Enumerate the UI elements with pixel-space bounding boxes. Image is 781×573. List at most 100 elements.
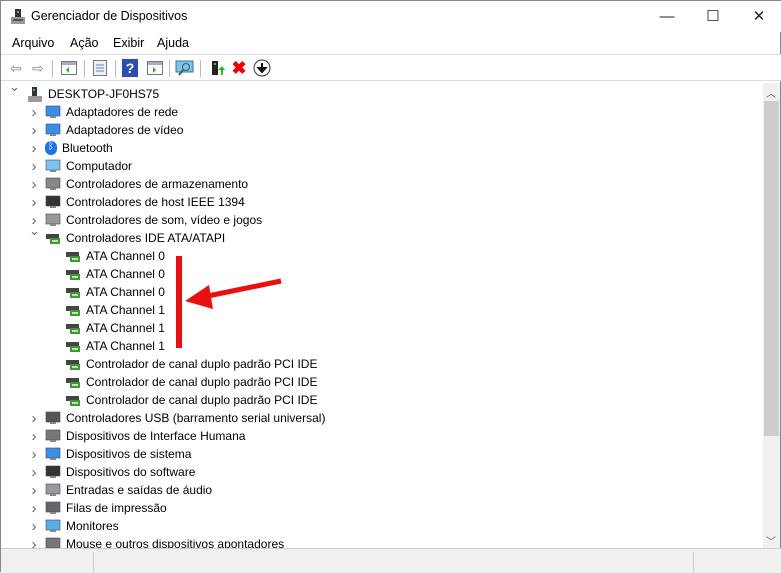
tree-category[interactable]: › Computador bbox=[32, 157, 133, 175]
chevron-right-icon[interactable]: › bbox=[29, 428, 39, 445]
chevron-right-icon[interactable]: › bbox=[29, 176, 39, 193]
tree-item-label: ATA Channel 0 bbox=[86, 285, 165, 299]
status-bar bbox=[1, 548, 781, 573]
tree-category[interactable]: › Adaptadores de vídeo bbox=[32, 121, 184, 139]
show-action-pane-icon[interactable] bbox=[145, 59, 165, 77]
tree-device[interactable]: ATA Channel 1 bbox=[65, 319, 165, 337]
chevron-down-icon[interactable]: ⌄ bbox=[29, 223, 40, 239]
storage-icon bbox=[45, 177, 61, 191]
tree-category[interactable]: › Controladores de host IEEE 1394 bbox=[32, 193, 245, 211]
chevron-right-icon[interactable]: › bbox=[29, 464, 39, 481]
ide-channel-icon bbox=[65, 357, 81, 371]
tree-item-label: Monitores bbox=[66, 519, 119, 533]
disable-icon[interactable] bbox=[252, 59, 272, 77]
tree-category[interactable]: › ᛒ Bluetooth bbox=[32, 139, 113, 157]
chevron-right-icon[interactable]: › bbox=[29, 446, 39, 463]
forward-icon[interactable]: ⇨ bbox=[28, 59, 48, 77]
tree-item-label: Controladores IDE ATA/ATAPI bbox=[66, 231, 226, 245]
tree-item-label: Controladores de host IEEE 1394 bbox=[66, 195, 245, 209]
chevron-right-icon[interactable]: › bbox=[29, 122, 39, 139]
scroll-up-icon[interactable]: ︿ bbox=[766, 85, 776, 100]
scroll-down-icon[interactable]: ﹀ bbox=[766, 533, 776, 548]
chevron-down-icon[interactable]: ⌄ bbox=[9, 83, 20, 95]
tree-item-label: Controladores USB (barramento serial uni… bbox=[66, 411, 326, 425]
audio-io-icon bbox=[45, 483, 61, 497]
device-manager-icon bbox=[11, 9, 25, 24]
tree-item-label: Adaptadores de vídeo bbox=[66, 123, 184, 137]
software-icon bbox=[45, 465, 61, 479]
chevron-right-icon[interactable]: › bbox=[29, 518, 39, 535]
scrollbar-thumb[interactable] bbox=[764, 101, 779, 436]
menu-acao[interactable]: Ação bbox=[70, 36, 99, 50]
tree-category[interactable]: › Monitores bbox=[32, 517, 119, 535]
tree-item-label: ATA Channel 0 bbox=[86, 249, 165, 263]
vertical-scrollbar[interactable]: ︿ ﹀ bbox=[763, 83, 780, 548]
chevron-right-icon[interactable]: › bbox=[29, 536, 39, 549]
tree-item-label: ATA Channel 0 bbox=[86, 267, 165, 281]
tree-category[interactable]: › Dispositivos do software bbox=[32, 463, 196, 481]
menu-arquivo[interactable]: Arquivo bbox=[12, 36, 54, 50]
tree-device[interactable]: ATA Channel 1 bbox=[65, 337, 165, 355]
tree-item-label: Dispositivos de Interface Humana bbox=[66, 429, 246, 443]
close-button[interactable]: ✕ bbox=[736, 1, 781, 32]
chevron-right-icon[interactable]: › bbox=[29, 158, 39, 175]
menu-exibir[interactable]: Exibir bbox=[113, 36, 144, 50]
tree-category[interactable]: › Dispositivos de Interface Humana bbox=[32, 427, 246, 445]
tree-category[interactable]: › Filas de impressão bbox=[32, 499, 167, 517]
ide-icon bbox=[45, 231, 61, 245]
tree-item-label: Mouse e outros dispositivos apontadores bbox=[66, 537, 285, 548]
scan-hardware-icon[interactable] bbox=[175, 59, 195, 77]
tree-category[interactable]: › Entradas e saídas de áudio bbox=[32, 481, 213, 499]
ieee1394-icon bbox=[45, 195, 61, 209]
chevron-right-icon[interactable]: › bbox=[29, 482, 39, 499]
tree-category[interactable]: › Dispositivos de sistema bbox=[32, 445, 192, 463]
ide-channel-icon bbox=[65, 339, 81, 353]
tree-item-label: Controladores de som, vídeo e jogos bbox=[66, 213, 263, 227]
tree-device[interactable]: ATA Channel 1 bbox=[65, 301, 165, 319]
uninstall-icon[interactable]: ✖ bbox=[229, 58, 249, 78]
chevron-right-icon[interactable]: › bbox=[29, 140, 39, 157]
tree-category[interactable]: › Controladores USB (barramento serial un… bbox=[32, 409, 326, 427]
tree-device[interactable]: ATA Channel 0 bbox=[65, 283, 165, 301]
minimize-button[interactable]: — bbox=[644, 1, 690, 32]
tree-device[interactable]: Controlador de canal duplo padrão PCI ID… bbox=[65, 355, 317, 373]
tree-device[interactable]: Controlador de canal duplo padrão PCI ID… bbox=[65, 373, 317, 391]
device-tree: ⌄ DESKTOP-JF0HS75 › Adaptadores de rede › Ada… bbox=[1, 83, 763, 548]
tree-category[interactable]: › Mouse e outros dispositivos apontadores bbox=[32, 535, 285, 548]
ide-channel-icon bbox=[65, 393, 81, 407]
red-arrow-annotation bbox=[176, 256, 282, 348]
back-icon[interactable]: ⇦ bbox=[6, 59, 26, 77]
tree-item-label: DESKTOP-JF0HS75 bbox=[48, 87, 160, 101]
chevron-right-icon[interactable]: › bbox=[29, 410, 39, 427]
tree-item-label: Controlador de canal duplo padrão PCI ID… bbox=[86, 357, 318, 371]
ide-channel-icon bbox=[65, 267, 81, 281]
help-icon[interactable]: ? bbox=[122, 59, 138, 77]
menu-bar: Arquivo Ação Exibir Ajuda bbox=[1, 32, 781, 54]
properties-icon[interactable] bbox=[90, 59, 110, 77]
tree-item-label: Adaptadores de rede bbox=[66, 105, 179, 119]
show-hide-console-tree-icon[interactable] bbox=[59, 59, 79, 77]
menu-ajuda[interactable]: Ajuda bbox=[157, 36, 189, 50]
tree-category[interactable]: ⌄ Controladores IDE ATA/ATAPI bbox=[29, 223, 226, 247]
tree-root[interactable]: ⌄ DESKTOP-JF0HS75 bbox=[9, 83, 160, 103]
tree-device[interactable]: Controlador de canal duplo padrão PCI ID… bbox=[65, 391, 317, 409]
update-driver-icon[interactable] bbox=[207, 59, 227, 77]
toolbar-separator bbox=[84, 60, 85, 77]
speaker-icon bbox=[45, 213, 61, 227]
ide-channel-icon bbox=[65, 249, 81, 263]
hid-icon bbox=[45, 429, 61, 443]
chevron-right-icon[interactable]: › bbox=[29, 104, 39, 121]
ide-channel-icon bbox=[65, 375, 81, 389]
chevron-right-icon[interactable]: › bbox=[29, 500, 39, 517]
chevron-right-icon[interactable]: › bbox=[29, 194, 39, 211]
tree-device[interactable]: ATA Channel 0 bbox=[65, 265, 165, 283]
tree-category[interactable]: › Adaptadores de rede bbox=[32, 103, 179, 121]
tree-device[interactable]: ATA Channel 0 bbox=[65, 247, 165, 265]
tree-category[interactable]: › Controladores de som, vídeo e jogos bbox=[32, 211, 263, 229]
tree-category[interactable]: › Controladores de armazenamento bbox=[32, 175, 249, 193]
window-title: Gerenciador de Dispositivos bbox=[31, 9, 188, 23]
toolbar: ⇦ ⇨ ? ✖ bbox=[1, 54, 781, 81]
maximize-button[interactable]: ☐ bbox=[690, 1, 736, 32]
tree-item-label: Controlador de canal duplo padrão PCI ID… bbox=[86, 375, 318, 389]
computer-icon bbox=[45, 159, 61, 173]
